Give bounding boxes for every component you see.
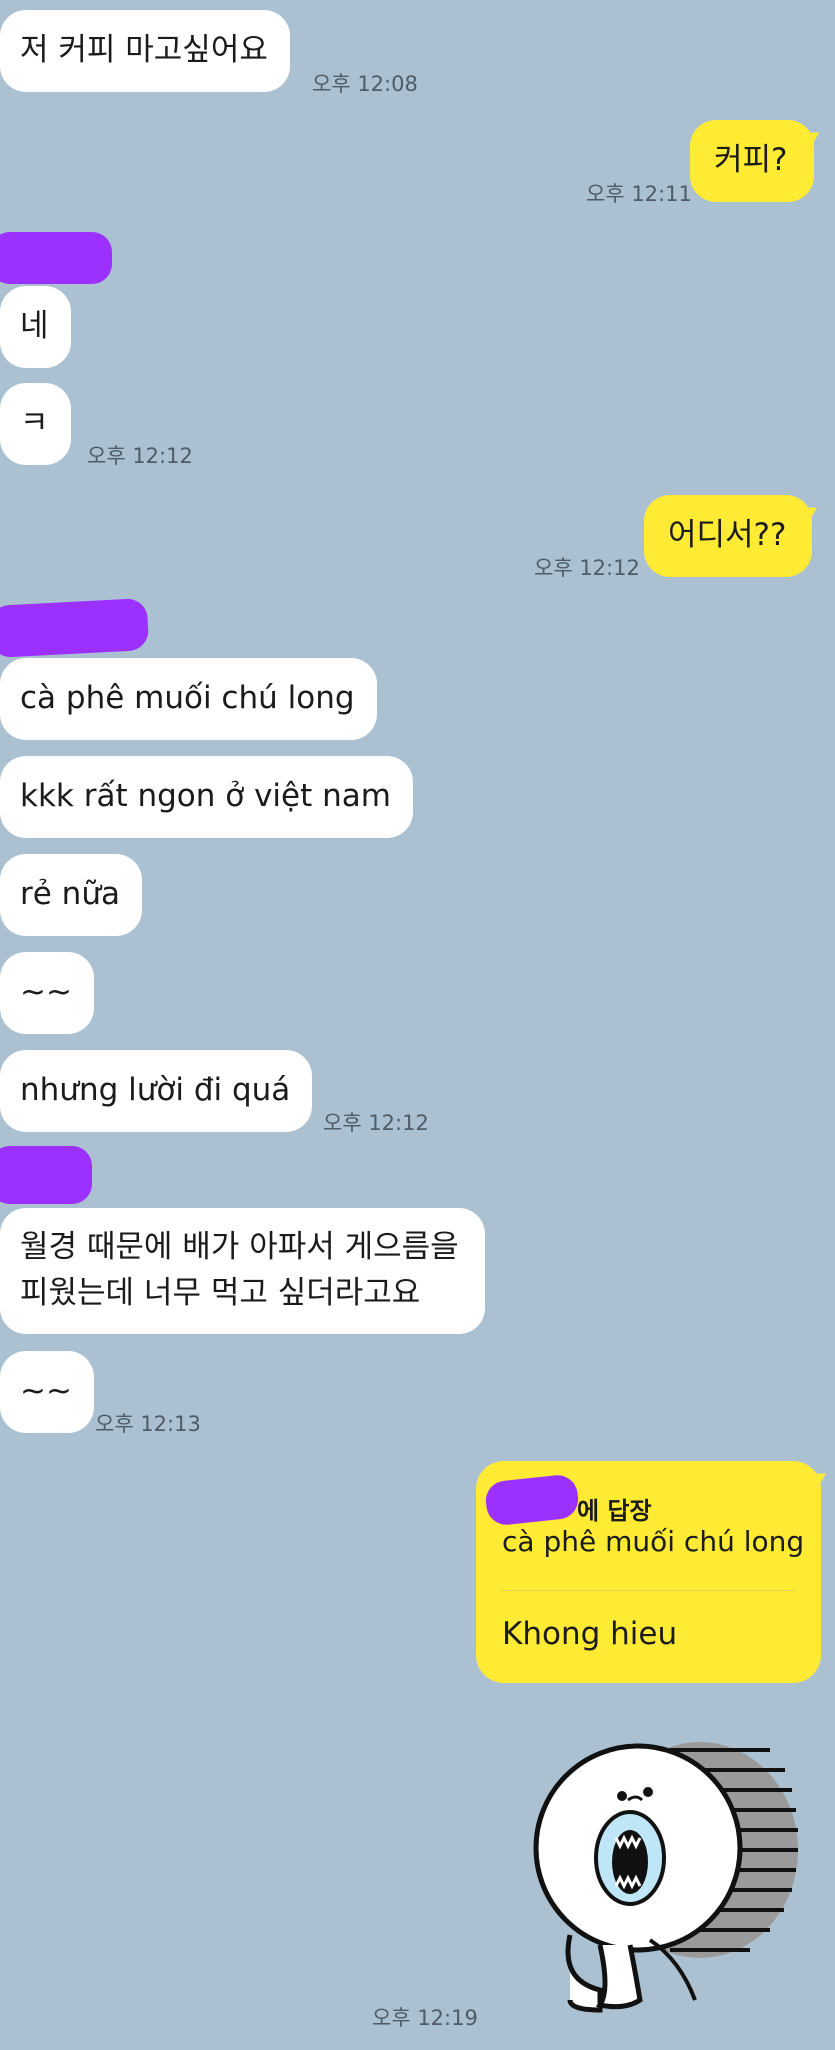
message-timestamp: 오후 12:12 [534, 556, 640, 580]
sender-name-redaction [0, 1146, 92, 1204]
message-bubble-incoming[interactable]: rẻ nữa [0, 854, 142, 936]
sender-name-redaction [0, 597, 150, 659]
message-bubble-incoming[interactable]: ~~ [0, 952, 94, 1034]
message-line: 월경 때문에 배가 아파서 게으름을 [20, 1229, 459, 1265]
message-line: 피웠는데 너무 먹고 싶더라고요 [20, 1275, 421, 1311]
sender-name-redaction [0, 232, 112, 284]
reply-divider [502, 1590, 795, 1591]
message-timestamp: 오후 12:13 [95, 1412, 201, 1436]
message-timestamp: 오후 12:11 [586, 182, 692, 206]
message-timestamp: 오후 12:19 [372, 2006, 478, 2030]
reply-text: Khong hieu [502, 1616, 678, 1652]
message-bubble-incoming[interactable]: ~~ [0, 1351, 94, 1433]
message-bubble-outgoing[interactable]: 어디서?? [644, 495, 813, 577]
message-timestamp: 오후 12:08 [312, 72, 418, 96]
message-timestamp: 오후 12:12 [87, 444, 193, 468]
reply-quoted-text[interactable]: cà phê muối chú long [502, 1525, 804, 1558]
reply-name-redaction [483, 1473, 581, 1527]
laughing-white-blob-sticker-icon[interactable] [530, 1730, 800, 2024]
message-bubble-incoming[interactable]: kkk rất ngon ở việt nam [0, 756, 413, 838]
message-bubble-incoming[interactable]: cà phê muối chú long [0, 658, 377, 740]
message-bubble-outgoing[interactable]: 커피? [690, 120, 814, 202]
message-timestamp: 오후 12:12 [323, 1111, 429, 1135]
reply-header: 에 답장 [577, 1497, 652, 1525]
message-bubble-incoming[interactable]: ㅋ [0, 383, 71, 465]
message-bubble-incoming[interactable]: 네 [0, 286, 71, 368]
message-bubble-incoming[interactable]: 월경 때문에 배가 아파서 게으름을 피웠는데 너무 먹고 싶더라고요 [0, 1208, 485, 1334]
message-bubble-incoming[interactable]: nhưng lười đi quá [0, 1050, 313, 1132]
message-bubble-incoming[interactable]: 저 커피 마고싶어요 [0, 10, 290, 92]
reply-message-bubble[interactable]: 에 답장 cà phê muối chú long Khong hieu [476, 1461, 821, 1683]
